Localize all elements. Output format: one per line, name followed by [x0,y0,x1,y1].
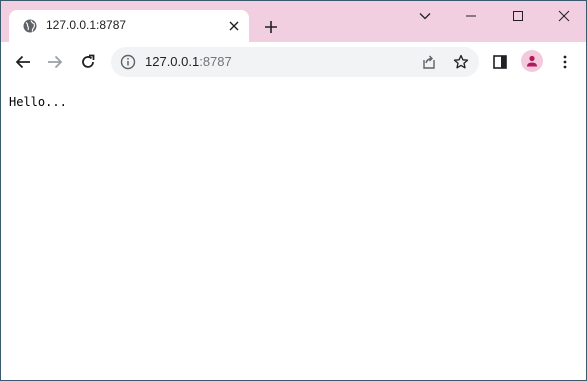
reload-icon [82,54,95,68]
browser-window: 127.0.0.1:8787 127.0.0.1:8787 Hello... [0,0,587,381]
browser-toolbar: 127.0.0.1:8787 [1,42,586,82]
new-tab-button[interactable] [261,17,281,37]
url-text[interactable]: 127.0.0.1:8787 [145,54,232,69]
window-close-button[interactable] [552,4,576,28]
globe-icon [23,19,37,33]
close-icon [558,10,570,22]
url-host: 127.0.0.1 [145,54,200,69]
side-panel-button[interactable] [489,51,511,73]
side-panel-icon [493,55,507,69]
arrow-right-icon [48,55,63,69]
tab-title: 127.0.0.1:8787 [46,18,127,32]
minimize-icon [466,15,476,17]
maximize-button[interactable] [506,4,530,28]
close-icon [229,21,239,31]
tab-strip: 127.0.0.1:8787 [1,1,586,42]
star-icon [453,54,469,69]
chevron-down-icon [419,13,431,20]
share-button[interactable] [421,54,437,70]
minimize-button[interactable] [459,4,483,28]
arrow-left-icon [15,55,30,69]
browser-tab[interactable]: 127.0.0.1:8787 [9,10,249,42]
info-icon[interactable] [120,54,136,70]
reload-button[interactable] [77,51,99,73]
tab-search-button[interactable] [413,4,437,28]
page-content: Hello... [1,81,586,380]
tab-close-button[interactable] [226,18,242,34]
forward-button[interactable] [44,51,66,73]
address-bar[interactable]: 127.0.0.1:8787 [111,47,479,77]
page-text: Hello... [9,95,67,109]
bookmark-button[interactable] [453,54,469,70]
maximize-icon [513,11,523,21]
share-icon [423,55,435,69]
person-icon [527,55,537,67]
plus-icon [265,21,277,33]
profile-avatar[interactable] [521,50,543,72]
back-button[interactable] [12,51,34,73]
menu-button[interactable] [554,51,576,73]
url-port: :8787 [199,54,232,69]
more-vertical-icon [563,55,567,69]
